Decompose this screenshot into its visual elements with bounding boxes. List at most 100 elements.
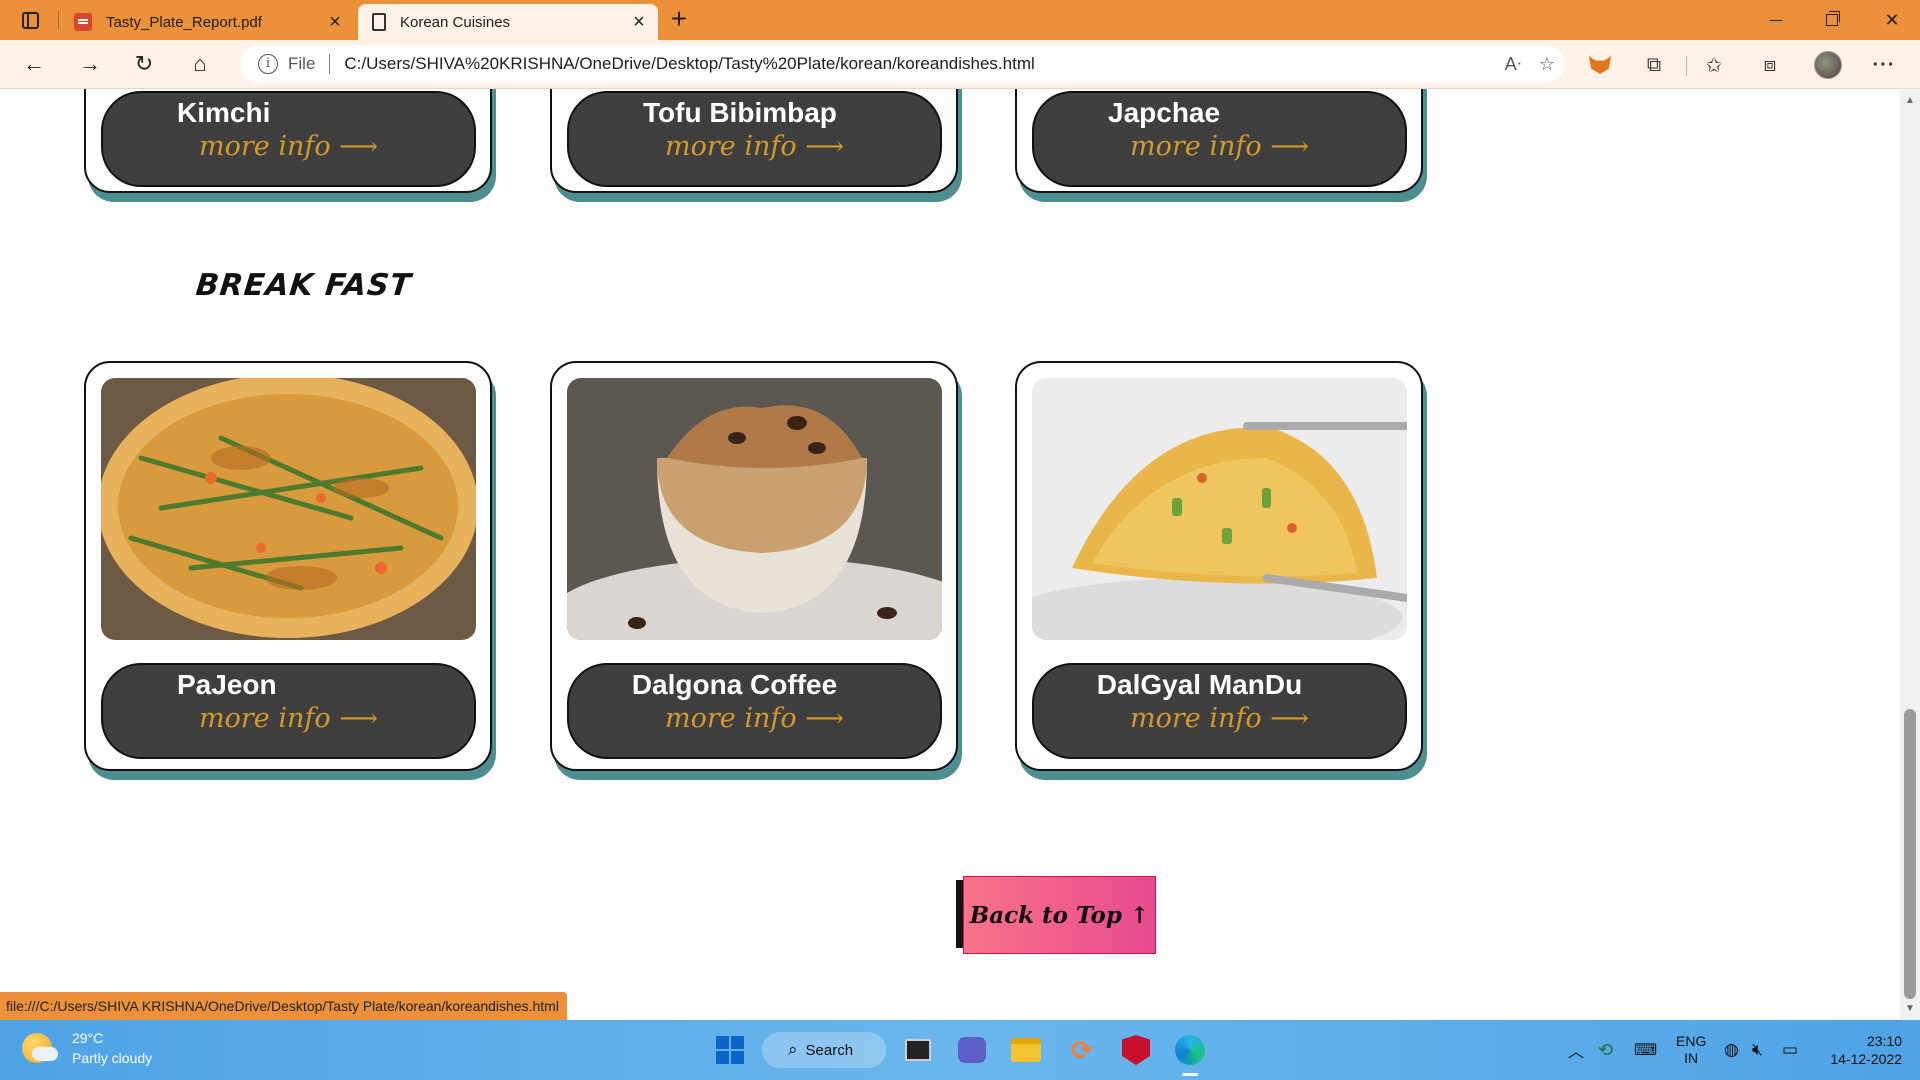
avatar: [1814, 51, 1842, 79]
dish-info-panel: Dalgona Coffee more info ⟶: [567, 663, 942, 759]
tab-close-icon[interactable]: ×: [322, 11, 348, 34]
tab-actions-button[interactable]: [14, 8, 46, 32]
collections-button[interactable]: ⧈: [1752, 47, 1788, 83]
arrow-right-icon: →: [79, 51, 101, 76]
url-divider: [329, 54, 331, 74]
scroll-up-icon[interactable]: ▲: [1900, 95, 1920, 106]
new-tab-button[interactable]: +: [664, 4, 694, 36]
tab-separator: [58, 10, 59, 30]
settings-more-button[interactable]: ···: [1866, 47, 1902, 83]
weather-desc: Partly cloudy: [72, 1050, 153, 1066]
home-icon: ⌂: [193, 51, 207, 76]
more-icon: ···: [1872, 53, 1896, 76]
tab-korean-cuisines[interactable]: Korean Cuisines ×: [358, 4, 658, 40]
dish-card-dalgyal-mandu: DalGyal ManDu more info ⟶: [1015, 361, 1423, 771]
battery-button[interactable]: ▭: [1782, 1020, 1798, 1080]
restore-button[interactable]: [1804, 0, 1860, 40]
dish-name: Dalgona Coffee: [631, 669, 838, 700]
profile-button[interactable]: [1810, 47, 1846, 83]
more-info-link[interactable]: more info ⟶: [569, 131, 940, 162]
more-info-link[interactable]: more info ⟶: [569, 703, 940, 734]
back-to-top-button[interactable]: Back to Top ↑: [963, 876, 1156, 954]
page-icon: [372, 13, 386, 31]
edge-icon: [1175, 1035, 1205, 1065]
onedrive-sync-button[interactable]: ⟲: [1598, 1020, 1613, 1080]
network-button[interactable]: ◍: [1724, 1020, 1739, 1080]
tab-bar: Tasty_Plate_Report.pdf × Korean Cuisines…: [0, 0, 1920, 40]
close-icon: ✕: [1884, 9, 1900, 30]
add-favorite-icon[interactable]: ☆: [1530, 47, 1564, 81]
dish-name: Tofu Bibimbap: [643, 97, 837, 128]
url-text[interactable]: C:/Users/SHIVA%20KRISHNA/OneDrive/Deskto…: [344, 54, 1496, 74]
show-hidden-icons-button[interactable]: ︿: [1568, 1020, 1584, 1080]
weather-widget[interactable]: 29°C Partly cloudy: [22, 1028, 152, 1068]
pajeon-image: [101, 378, 476, 640]
clock[interactable]: 23:10 14-12-2022: [1826, 1020, 1902, 1080]
minimize-button[interactable]: [1748, 0, 1804, 40]
windows-icon: [716, 1036, 744, 1064]
dish-card-tofu-bibimbap: Tofu Bibimbap more info ⟶: [550, 89, 958, 193]
more-info-link[interactable]: more info ⟶: [1034, 703, 1405, 734]
more-info-link[interactable]: more info ⟶: [103, 131, 474, 162]
extensions-button[interactable]: ⧉: [1636, 47, 1672, 83]
pdf-icon: [74, 13, 92, 31]
favorites-button[interactable]: ✩: [1696, 47, 1732, 83]
scroll-down-icon[interactable]: ▼: [1900, 1003, 1920, 1014]
info-icon[interactable]: i: [258, 54, 278, 74]
volume-button[interactable]: 🔇︎: [1752, 1020, 1763, 1080]
taskbar-search[interactable]: ⌕ Search: [762, 1032, 886, 1068]
weather-text: 29°C Partly cloudy: [72, 1028, 152, 1068]
dish-card-kimchi: Kimchi more info ⟶: [84, 89, 492, 193]
page-scrollbar[interactable]: ▲ ▼: [1900, 89, 1920, 1020]
dish-info-panel: DalGyal ManDu more info ⟶: [1032, 663, 1407, 759]
edge-button[interactable]: [1170, 1030, 1210, 1076]
dalgona-coffee-photo: [567, 378, 942, 640]
more-info-link[interactable]: more info ⟶: [1034, 131, 1405, 162]
puzzle-icon: ⧉: [1646, 53, 1662, 76]
tab-close-icon[interactable]: ×: [626, 11, 652, 34]
tab-report-pdf[interactable]: Tasty_Plate_Report.pdf ×: [62, 4, 354, 40]
task-view-button[interactable]: [898, 1030, 938, 1070]
sync-app-button[interactable]: ⟳: [1062, 1030, 1102, 1070]
arrow-left-icon: ←: [23, 51, 45, 76]
address-toolbar: ← → ↻ ⌂ i File C:/Users/SHIVA%20KRISHNA/…: [0, 40, 1920, 89]
favorites-icon: ✩: [1705, 54, 1723, 77]
page-viewport: Kimchi more info ⟶ Tofu Bibimbap more in…: [0, 89, 1900, 1020]
teams-chat-button[interactable]: [952, 1030, 992, 1070]
weather-temp: 29°C: [72, 1030, 104, 1046]
dish-name: PaJeon: [177, 669, 277, 700]
dish-card-japchae: Japchae more info ⟶: [1015, 89, 1423, 193]
speaker-muted-icon: 🔇︎: [1752, 1040, 1763, 1059]
reload-button[interactable]: ↻: [126, 46, 162, 82]
search-icon: ⌕: [788, 1040, 798, 1059]
forward-button[interactable]: →: [72, 46, 108, 82]
dish-info-panel: Kimchi more info ⟶: [101, 91, 476, 187]
back-button[interactable]: ←: [16, 46, 52, 82]
start-button[interactable]: [710, 1030, 750, 1070]
video-chat-icon: [958, 1037, 986, 1063]
toolbar-separator: [1686, 56, 1687, 76]
dish-name: DalGyal ManDu: [1096, 669, 1303, 700]
status-link-preview: file:///C:/Users/SHIVA KRISHNA/OneDrive/…: [0, 992, 567, 1020]
minimize-icon: [1770, 19, 1782, 21]
close-window-button[interactable]: ✕: [1864, 0, 1920, 40]
url-scheme: File: [288, 54, 316, 73]
metamask-extension-button[interactable]: [1582, 47, 1618, 83]
collections-icon: ⧈: [1763, 53, 1777, 76]
more-info-link[interactable]: more info ⟶: [103, 703, 474, 734]
input-language-button[interactable]: ENG IN: [1676, 1020, 1706, 1080]
restore-icon: [1826, 11, 1840, 26]
scroll-thumb[interactable]: [1904, 709, 1916, 999]
dish-name: Kimchi: [177, 97, 271, 128]
dalgyal-mandu-photo: [1032, 378, 1407, 640]
read-aloud-icon[interactable]: Aᐧ: [1496, 47, 1530, 81]
file-explorer-button[interactable]: [1006, 1030, 1046, 1070]
home-button[interactable]: ⌂: [182, 46, 218, 82]
back-to-top: Back to Top ↑: [956, 876, 1156, 954]
mcafee-button[interactable]: [1116, 1030, 1156, 1070]
address-input[interactable]: i File C:/Users/SHIVA%20KRISHNA/OneDrive…: [240, 45, 1564, 83]
pajeon-photo: [101, 378, 476, 640]
dish-info-panel: PaJeon more info ⟶: [101, 663, 476, 759]
touch-keyboard-button[interactable]: ⌨: [1634, 1020, 1657, 1080]
keyboard-icon: ⌨: [1634, 1042, 1658, 1059]
